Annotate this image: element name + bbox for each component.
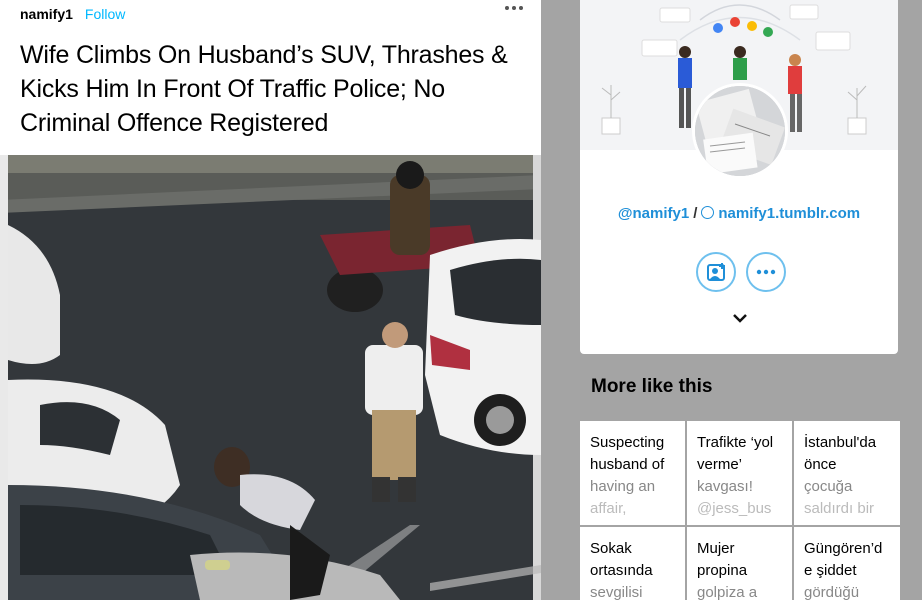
- blog-url-link[interactable]: namify1.tumblr.com: [718, 205, 860, 222]
- tile-text-line: Sokak: [590, 540, 632, 557]
- follow-button[interactable]: Follow: [85, 6, 125, 22]
- newspapers-avatar-image: [695, 86, 785, 176]
- globe-icon: [701, 206, 715, 219]
- tile-text-line: having an: [590, 478, 656, 495]
- tile-text-line: husband of: [590, 456, 665, 473]
- tile-text-line: Mujer: [697, 540, 735, 557]
- tile-text-line: ortasında: [590, 562, 653, 579]
- recommendation-tile[interactable]: Mujer propina golpiza a: [687, 527, 792, 600]
- tile-text-line: e şiddet: [804, 562, 857, 579]
- blog-card: @namify1/ namify1.tumblr.com: [580, 0, 898, 354]
- add-contact-icon: [707, 263, 725, 281]
- sidebar-panel: @namify1/ namify1.tumblr.com More like th…: [541, 0, 922, 600]
- post-username[interactable]: namify1: [20, 6, 73, 22]
- add-contact-button[interactable]: [696, 252, 736, 292]
- recommendation-tile[interactable]: Trafikte ‘yol verme’ kavgası! @jess_bus: [687, 421, 792, 525]
- blog-links: @namify1/ namify1.tumblr.com: [580, 205, 898, 222]
- recommendation-tile[interactable]: Güngören’d e şiddet gördüğü: [794, 527, 900, 600]
- post: namify1 Follow Wife Climbs On Husband’s …: [0, 0, 541, 600]
- tile-text-line: Güngören’d: [804, 540, 883, 557]
- tile-text-line: affair,: [590, 500, 627, 517]
- tile-text-line: saldırdı bir: [804, 500, 875, 517]
- tile-text-line: @jess_bus: [697, 500, 772, 517]
- blog-avatar[interactable]: [692, 83, 788, 179]
- tile-text-line: Suspecting: [590, 434, 665, 451]
- post-header: namify1 Follow: [20, 5, 125, 23]
- post-photo[interactable]: [0, 155, 541, 600]
- tile-text-line: kavgası!: [697, 478, 753, 495]
- tile-text-line: verme’: [697, 456, 743, 473]
- recommendation-tile[interactable]: Suspecting husband of having an affair,: [580, 421, 685, 525]
- more-options-button[interactable]: [746, 252, 786, 292]
- recommendation-grid: Suspecting husband of having an affair, …: [580, 421, 900, 600]
- tile-text-line: İstanbul'da: [804, 434, 877, 451]
- tile-text-line: golpiza a: [697, 584, 758, 600]
- tile-text-line: Trafikte ‘yol: [697, 434, 774, 451]
- traffic-scene-image: [0, 155, 541, 600]
- blog-handle-link[interactable]: @namify1: [618, 205, 689, 222]
- tile-text-line: gördüğü: [804, 584, 860, 600]
- tile-text-line: önce: [804, 456, 837, 473]
- more-like-this-heading: More like this: [591, 376, 713, 397]
- post-options-icon[interactable]: [505, 6, 523, 10]
- post-title: Wife Climbs On Husband’s SUV, Thrashes &…: [20, 41, 508, 137]
- tile-text-line: sevgilisi: [590, 584, 643, 600]
- recommendation-tile[interactable]: İstanbul'da önce çocuğa saldırdı bir: [794, 421, 900, 525]
- links-separator: /: [693, 205, 698, 222]
- chevron-down-icon[interactable]: [732, 312, 748, 324]
- ellipsis-icon: [756, 269, 776, 275]
- tile-text-line: propina: [697, 562, 748, 579]
- recommendation-tile[interactable]: Sokak ortasında sevgilisi: [580, 527, 685, 600]
- blog-actions: [696, 252, 786, 292]
- tile-text-line: çocuğa: [804, 478, 853, 495]
